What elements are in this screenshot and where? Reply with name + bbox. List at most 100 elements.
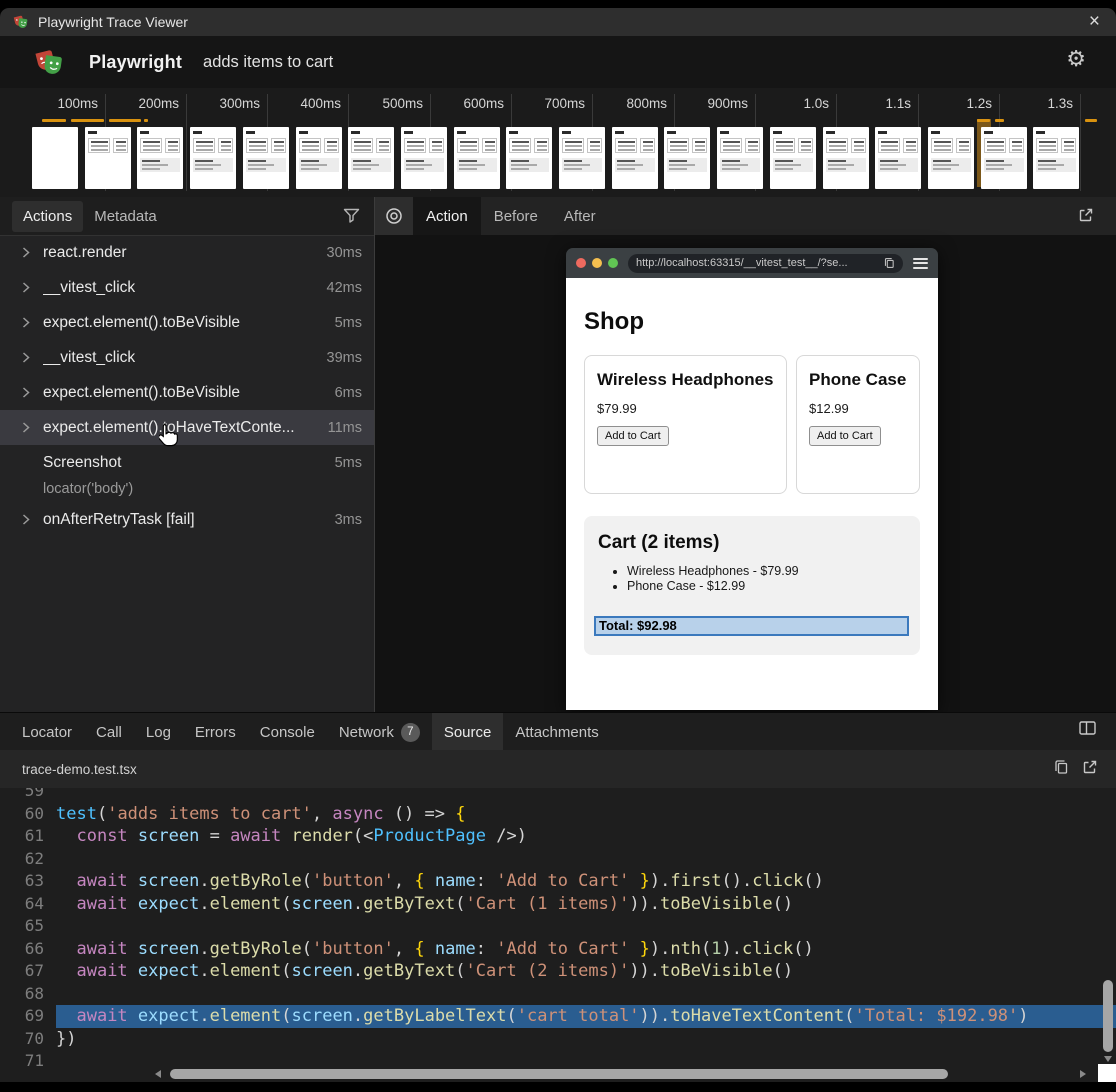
chevron-right-icon[interactable] [22,422,32,433]
tab-call[interactable]: Call [84,713,134,751]
timeline-activity-bar [42,119,66,122]
tab-network[interactable]: Network7 [327,713,432,751]
chevron-right-icon[interactable] [22,247,32,258]
timeline-frame-thumbnail[interactable] [823,127,869,189]
timeline-frame-thumbnail[interactable] [875,127,921,189]
open-snapshot-external-icon[interactable] [1078,207,1094,228]
tab-label: Errors [195,724,236,741]
action-duration: 42ms [327,280,362,296]
cart-total-highlighted-target: Total: $92.98 [594,616,909,636]
add-to-cart-button[interactable]: Add to Cart [809,426,881,446]
timeline-frame-thumbnail[interactable] [1033,127,1079,189]
timeline-frame-thumbnail[interactable] [85,127,131,189]
action-label: onAfterRetryTask [fail] [43,511,327,529]
tab-attachments[interactable]: Attachments [503,713,610,751]
traffic-light-green [608,258,618,268]
product-card-wireless-headphones: Wireless Headphones $79.99 Add to Cart [584,355,787,494]
tab-source[interactable]: Source [432,713,504,751]
tab-locator[interactable]: Locator [10,713,84,751]
source-code-view: 5960test('adds items to cart', async () … [0,788,1116,1066]
chevron-right-icon[interactable] [22,352,32,363]
timeline-tick-label: 900ms [678,96,748,111]
timeline-activity-bar [995,119,1004,122]
line-number: 65 [0,915,44,938]
timeline-frame-thumbnail[interactable] [348,127,394,189]
timeline-frame-thumbnail[interactable] [401,127,447,189]
timeline-frame-thumbnail[interactable] [243,127,289,189]
chevron-right-icon[interactable] [22,387,32,398]
timeline-frame-thumbnail[interactable] [928,127,974,189]
timeline-tick-label: 1.3s [1003,96,1073,111]
tab-after[interactable]: After [551,197,609,235]
line-number: 62 [0,848,44,871]
copy-url-icon[interactable] [884,257,895,269]
chevron-right-icon[interactable] [22,317,32,328]
timeline-tick-label: 200ms [109,96,179,111]
timeline-frame-thumbnail[interactable] [296,127,342,189]
timeline-strip[interactable]: 100ms200ms300ms400ms500ms600ms700ms800ms… [0,88,1116,197]
vscrollbar-down-arrow[interactable] [1104,1056,1112,1062]
tab-label: Source [444,724,492,741]
tab-errors[interactable]: Errors [183,713,248,751]
code-text [56,1050,1116,1066]
tab-console[interactable]: Console [248,713,327,751]
line-number: 66 [0,938,44,961]
product-price: $79.99 [597,401,774,416]
timeline-frame-thumbnail[interactable] [664,127,710,189]
traffic-light-yellow [592,258,602,268]
vertical-scrollbar-thumb[interactable] [1103,980,1113,1052]
filter-funnel-icon[interactable] [343,208,360,228]
snapshot-browser-window: http://localhost:63315/__vitest_test__/?… [566,248,938,710]
tab-actions[interactable]: Actions [12,201,83,232]
settings-gear-icon[interactable]: ⚙ [1066,46,1086,72]
copy-source-icon[interactable] [1054,759,1069,775]
timeline-frame-thumbnail[interactable] [506,127,552,189]
code-text [56,983,1116,1006]
timeline-activity-bar [144,119,148,122]
code-line: 59 [0,788,1116,803]
close-icon[interactable]: × [1089,11,1100,33]
timeline-frame-thumbnail[interactable] [559,127,605,189]
timeline-tick-label: 800ms [597,96,667,111]
timeline-frame-thumbnail[interactable] [137,127,183,189]
timeline-frame-thumbnail[interactable] [612,127,658,189]
tab-metadata[interactable]: Metadata [83,201,168,232]
split-view-icon[interactable] [1079,721,1096,740]
action-row[interactable]: expect.element().toBeVisible6ms [0,375,374,410]
action-label: __vitest_click [43,279,319,297]
timeline-frame-thumbnail[interactable] [190,127,236,189]
address-bar[interactable]: http://localhost:63315/__vitest_test__/?… [628,254,903,273]
chevron-right-icon[interactable] [22,282,32,293]
hscrollbar-right-arrow[interactable] [1080,1070,1086,1078]
timeline-frame-thumbnail[interactable] [770,127,816,189]
cart-summary-card: Cart (2 items) Wireless Headphones - $79… [584,516,920,655]
traffic-light-red [576,258,586,268]
app-header: Playwright adds items to cart ⚙ [0,36,1116,88]
action-duration: 11ms [328,420,362,436]
cart-heading: Cart (2 items) [598,532,909,554]
tab-action[interactable]: Action [413,197,481,235]
action-row[interactable]: onAfterRetryTask [fail]3ms [0,502,374,537]
timeline-frame-thumbnail[interactable] [32,127,78,189]
horizontal-scrollbar-thumb[interactable] [170,1069,948,1079]
timeline-frame-thumbnail[interactable] [981,127,1027,189]
tab-log[interactable]: Log [134,713,183,751]
timeline-frame-thumbnail[interactable] [454,127,500,189]
pick-locator-target-icon[interactable] [375,197,413,235]
action-row[interactable]: Screenshot5ms [0,445,374,480]
tab-before[interactable]: Before [481,197,551,235]
chevron-right-icon[interactable] [22,514,32,525]
action-row[interactable]: expect.element().toBeVisible5ms [0,305,374,340]
action-row[interactable]: react.render30ms [0,235,374,270]
timeline-frame-thumbnail[interactable] [717,127,763,189]
timeline-tick-label: 300ms [190,96,260,111]
open-source-external-icon[interactable] [1082,759,1098,775]
browser-menu-icon[interactable] [913,258,928,269]
product-name: Wireless Headphones [597,369,774,390]
hscrollbar-left-arrow[interactable] [155,1070,161,1078]
action-row-selected[interactable]: expect.element().toHaveTextConte...11ms [0,410,374,445]
action-duration: 5ms [335,315,362,331]
action-row[interactable]: __vitest_click39ms [0,340,374,375]
add-to-cart-button[interactable]: Add to Cart [597,426,669,446]
action-row[interactable]: __vitest_click 42ms [0,270,374,305]
